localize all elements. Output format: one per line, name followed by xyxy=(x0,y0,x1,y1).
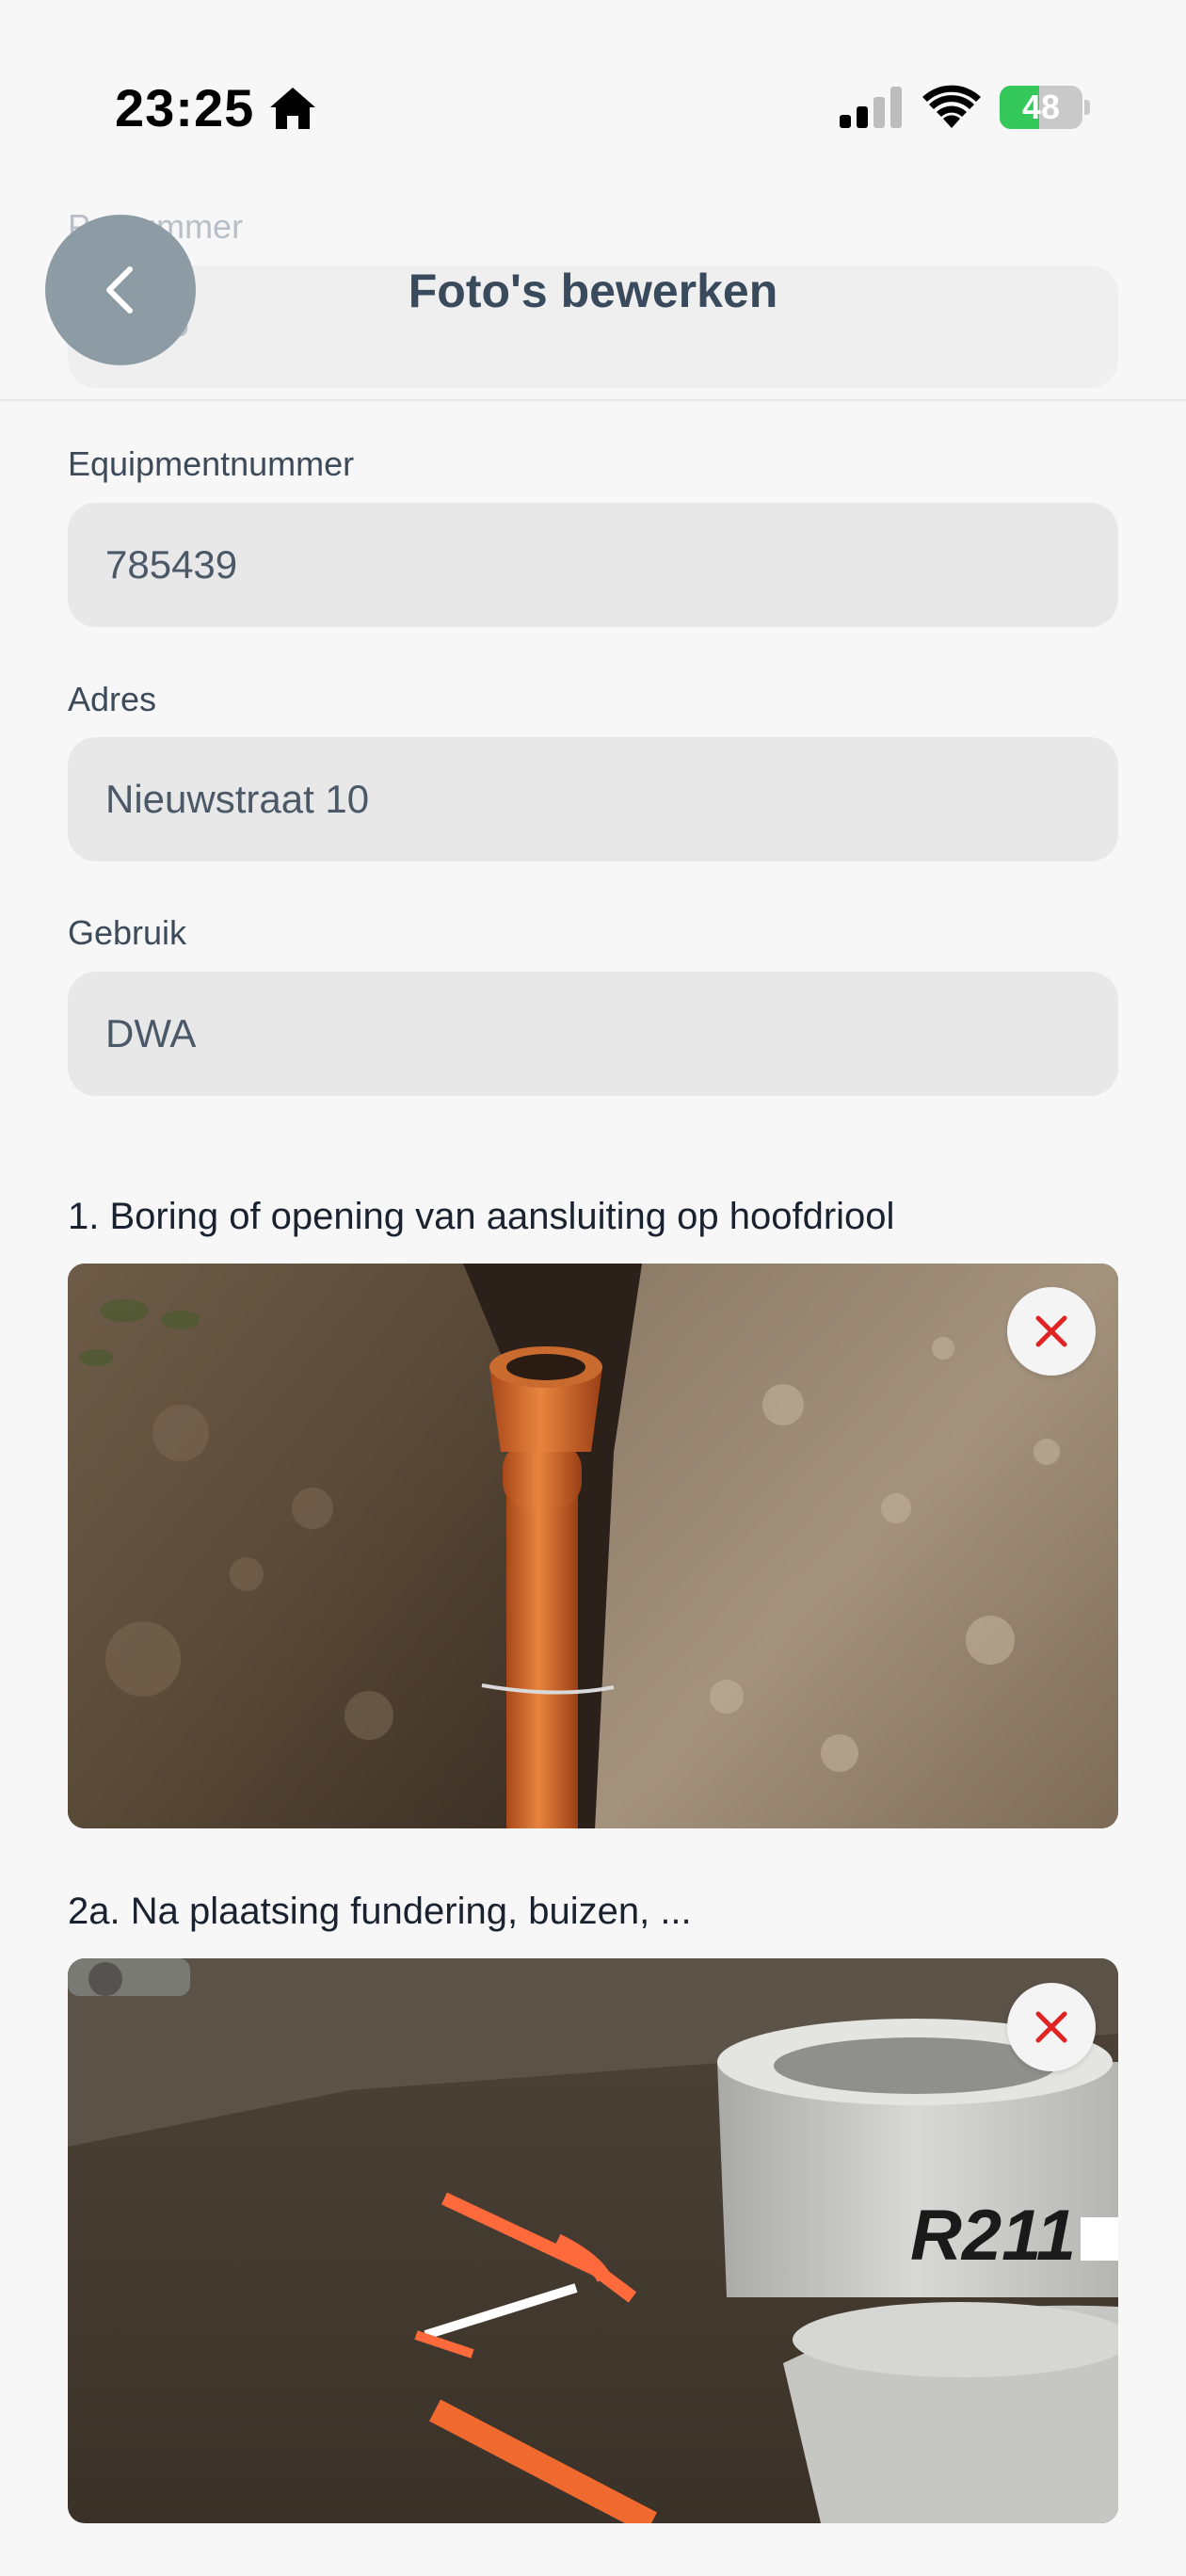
remove-photo-1-button[interactable] xyxy=(1007,1287,1096,1376)
battery-percentage: 48 xyxy=(1021,88,1061,126)
photo-2-image[interactable]: R211 xyxy=(68,1958,1118,2523)
photo-1-image[interactable] xyxy=(68,1264,1118,1828)
close-icon xyxy=(1035,2011,1067,2043)
photo-1-label: 1. Boring of opening van aansluiting op … xyxy=(68,1196,895,1237)
usage-field[interactable] xyxy=(68,972,1118,1096)
photo-2-ring-marking: R211 xyxy=(910,2196,1076,2276)
photo-2-label: 2a. Na plaatsing fundering, buizen, ... xyxy=(68,1891,692,1932)
cellular-signal-icon xyxy=(840,87,902,128)
home-icon xyxy=(270,88,315,129)
remove-photo-2-button[interactable] xyxy=(1007,1983,1096,2071)
page-title: Foto's bewerken xyxy=(408,265,778,317)
close-icon xyxy=(1035,1315,1067,1347)
wifi-icon xyxy=(922,85,981,128)
address-label: Adres xyxy=(68,680,157,718)
status-bar: 23:25 48 xyxy=(0,0,1186,188)
equipment-number-field[interactable] xyxy=(68,503,1118,627)
usage-label: Gebruik xyxy=(68,913,187,952)
equipment-number-label: Equipmentnummer xyxy=(68,444,355,483)
address-field[interactable] xyxy=(68,737,1118,861)
navigation-header: Putnummer 1075 Foto's bewerken xyxy=(0,188,1186,401)
battery-charging-icon: 48 xyxy=(1000,86,1090,129)
status-time: 23:25 xyxy=(115,78,255,137)
